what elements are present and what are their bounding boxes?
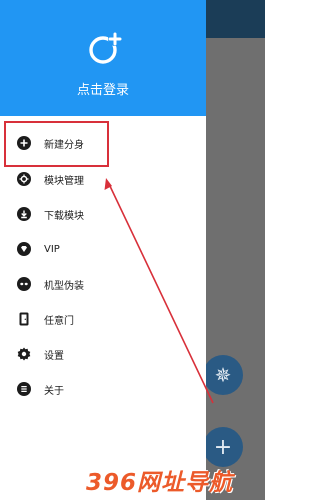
watermark-text: 396网址导航 xyxy=(86,470,234,496)
annotation-arrow xyxy=(104,178,214,404)
